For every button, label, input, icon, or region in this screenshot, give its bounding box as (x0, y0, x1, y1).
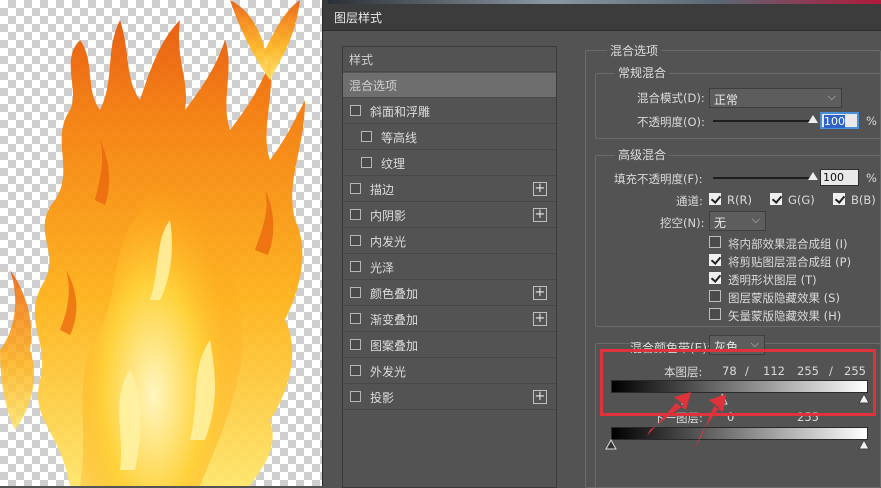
annotation-highlight-box (600, 349, 876, 416)
underlying-black-handle[interactable] (605, 438, 617, 450)
underlying-white-handle[interactable] (858, 438, 870, 450)
